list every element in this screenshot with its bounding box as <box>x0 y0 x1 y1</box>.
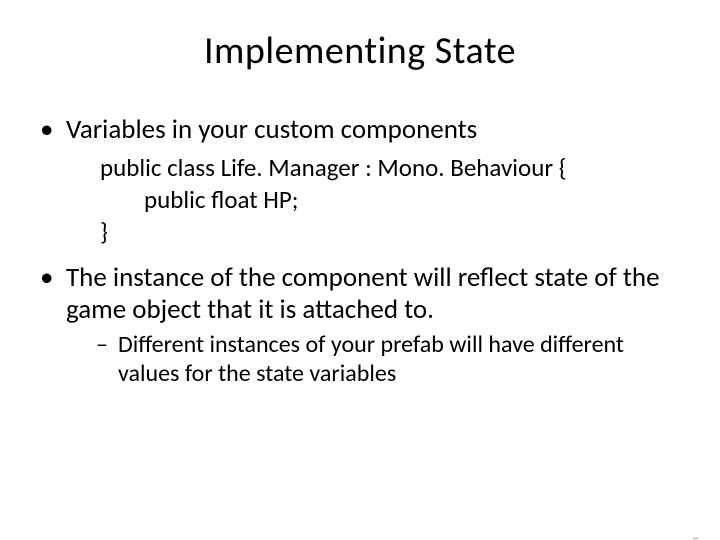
bullet-list: Variables in your custom components publ… <box>38 114 682 388</box>
code-line: } <box>100 216 682 248</box>
bullet-text: The instance of the component will refle… <box>66 261 660 326</box>
bullet-item: The instance of the component will refle… <box>38 262 682 388</box>
slide: Implementing State Variables in your cus… <box>0 28 720 540</box>
bullet-item: Variables in your custom components publ… <box>38 114 682 248</box>
sub-bullet-text: Different instances of your prefab will … <box>118 330 624 388</box>
page-number: 5 <box>691 533 700 540</box>
slide-title: Implementing State <box>0 28 720 74</box>
slide-body: Variables in your custom components publ… <box>0 114 720 388</box>
code-block: public class Life. Manager : Mono. Behav… <box>100 152 682 248</box>
sub-bullet-list: Different instances of your prefab will … <box>96 330 682 389</box>
code-line: public float HP; <box>100 184 682 216</box>
code-line: public class Life. Manager : Mono. Behav… <box>100 152 682 184</box>
sub-bullet-item: Different instances of your prefab will … <box>96 330 682 389</box>
bullet-text: Variables in your custom components <box>66 113 477 146</box>
